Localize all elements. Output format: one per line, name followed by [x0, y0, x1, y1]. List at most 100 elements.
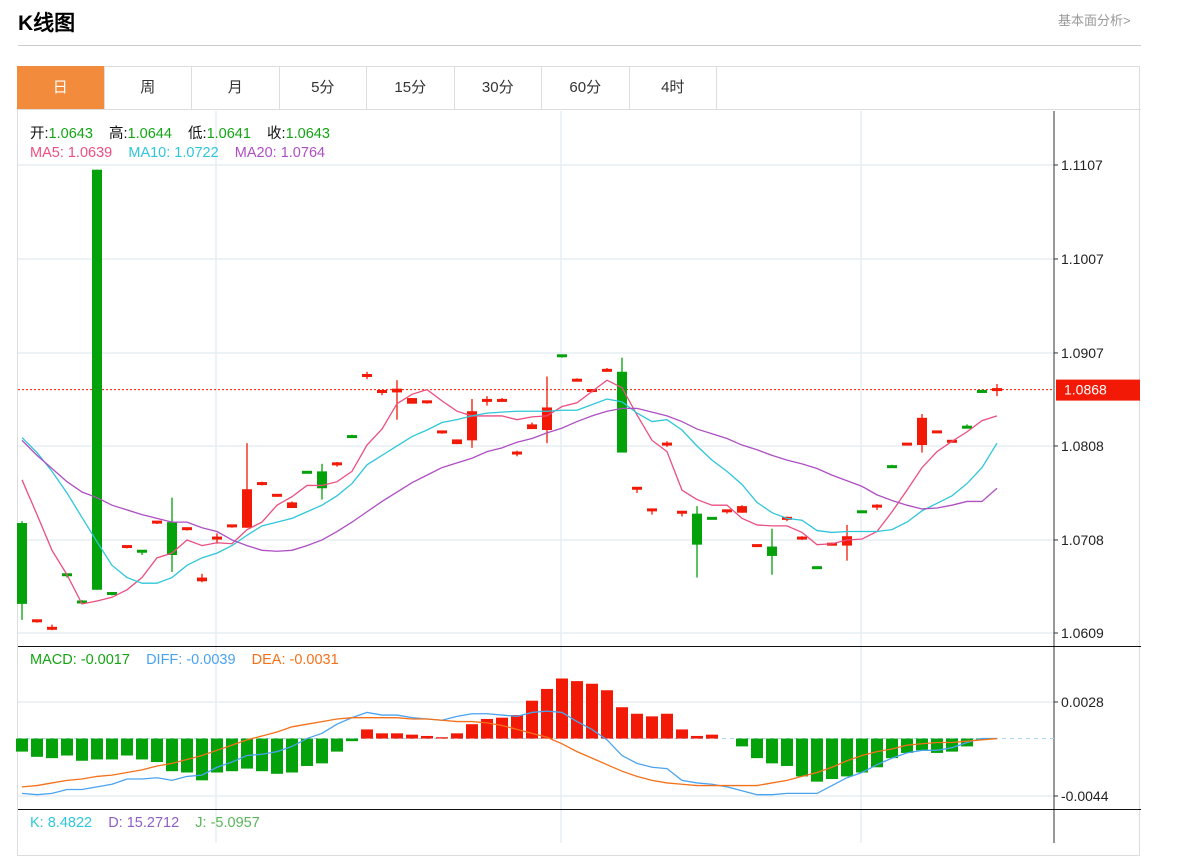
- macd-bar-negative: [946, 738, 958, 752]
- macd-axis-label: 0.0028: [1061, 694, 1104, 710]
- k-value: K: 8.4822: [30, 815, 93, 831]
- macd-bar-negative: [796, 738, 808, 777]
- candle-up: [932, 430, 942, 434]
- macd-axis-label: -0.0044: [1061, 788, 1109, 804]
- macd-bar-positive: [586, 683, 598, 739]
- candle-up: [482, 398, 492, 402]
- macd-bar-positive: [406, 734, 418, 739]
- j-value: J: -5.0957: [195, 815, 260, 831]
- candle-down: [617, 371, 627, 453]
- candle-down: [962, 425, 972, 429]
- macd-bar-negative: [331, 738, 343, 752]
- candle-down: [857, 510, 867, 514]
- price-axis-label: 1.0808: [1061, 438, 1104, 454]
- macd-bar-positive: [451, 733, 463, 739]
- macd-bar-positive: [496, 717, 508, 739]
- candle-up: [602, 368, 612, 372]
- candle-up: [32, 619, 42, 623]
- open-label: 开:: [30, 126, 49, 142]
- macd-bar-negative: [16, 738, 28, 752]
- candle-up: [662, 442, 672, 446]
- macd-bar-negative: [76, 738, 88, 761]
- kdj-legend: K: 8.4822 D: 15.2712 J: -5.0957: [30, 815, 260, 831]
- candle-up: [632, 486, 642, 490]
- macd-bar-negative: [811, 738, 823, 782]
- candle-down: [92, 169, 102, 590]
- high-value: 1.0644: [127, 126, 172, 142]
- macd-bar-positive: [661, 713, 673, 739]
- candle-up: [272, 493, 282, 497]
- candle-down: [812, 566, 822, 570]
- macd-legend: MACD: -0.0017 DIFF: -0.0039 DEA: -0.0031: [30, 652, 339, 668]
- macd-bar-positive: [631, 713, 643, 739]
- candle-down: [692, 513, 702, 545]
- candle-up: [722, 509, 732, 513]
- macd-bar-positive: [541, 688, 553, 739]
- macd-bar-positive: [691, 735, 703, 739]
- candle-up: [797, 536, 807, 540]
- macd-bar-negative: [181, 738, 193, 773]
- candle-up: [197, 577, 207, 582]
- macd-bar-positive: [616, 707, 628, 739]
- candle-up: [377, 389, 387, 393]
- low-label: 低:: [188, 126, 207, 142]
- macd-bar-positive: [601, 690, 613, 739]
- candle-up: [227, 524, 237, 528]
- macd-bar-positive: [421, 735, 433, 739]
- candle-down: [767, 546, 777, 556]
- candle-up: [182, 527, 192, 531]
- high-label: 高:: [109, 126, 128, 142]
- candle-up: [677, 510, 687, 514]
- price-axis-label: 1.1107: [1061, 157, 1103, 173]
- candle-up: [497, 398, 507, 402]
- current-price-label: 1.0868: [1064, 382, 1107, 398]
- candle-down: [557, 354, 567, 358]
- candle-up: [872, 504, 882, 508]
- macd-value: MACD: -0.0017: [30, 652, 130, 668]
- macd-bar-negative: [241, 738, 253, 769]
- macd-bar-negative: [301, 738, 313, 766]
- macd-bar-positive: [646, 716, 658, 739]
- open-value: 1.0643: [48, 126, 93, 142]
- price-axis-label: 1.1007: [1061, 251, 1104, 267]
- ma10-value: MA10: 1.0722: [128, 145, 219, 161]
- macd-bar-negative: [271, 738, 283, 774]
- ma20-value: MA20: 1.0764: [234, 145, 326, 161]
- dea-value: DEA: -0.0031: [251, 652, 339, 668]
- macd-bar-positive: [676, 729, 688, 739]
- candle-down: [137, 549, 147, 553]
- candle-up: [152, 520, 162, 524]
- candle-up: [242, 489, 252, 528]
- macd-bar-positive: [436, 737, 448, 739]
- macd-bar-positive: [466, 724, 478, 739]
- candle-up: [452, 439, 462, 445]
- candle-up: [917, 417, 927, 446]
- macd-bar-negative: [196, 738, 208, 781]
- macd-bar-negative: [31, 738, 43, 757]
- ma5-value: MA5: 1.0639: [30, 145, 113, 161]
- candle-up: [332, 462, 342, 466]
- candle-down: [887, 465, 897, 469]
- candle-up: [647, 508, 657, 512]
- macd-bar-positive: [391, 733, 403, 739]
- price-axis-label: 1.0708: [1061, 532, 1104, 548]
- macd-bar-negative: [781, 738, 793, 766]
- candle-up: [752, 544, 762, 548]
- ohlc-legend: 开:1.0643 高:1.0644 低:1.0641 收:1.0643: [30, 122, 330, 143]
- macd-bar-positive: [376, 733, 388, 739]
- macd-bar-negative: [166, 738, 178, 772]
- macd-bar-negative: [826, 738, 838, 780]
- ma10-line: [21, 398, 998, 584]
- close-label: 收:: [267, 126, 286, 142]
- candle-up: [992, 388, 1002, 392]
- macd-bar-negative: [346, 738, 358, 742]
- candle-up: [437, 430, 447, 434]
- macd-bar-negative: [751, 738, 763, 759]
- candle-up: [737, 506, 747, 513]
- diff-value: DIFF: -0.0039: [146, 652, 236, 668]
- candle-up: [362, 374, 372, 378]
- macd-bar-negative: [841, 738, 853, 777]
- price-axis-label: 1.0609: [1061, 625, 1104, 641]
- macd-bar-negative: [106, 738, 118, 760]
- price-axis-label: 1.0907: [1061, 345, 1104, 361]
